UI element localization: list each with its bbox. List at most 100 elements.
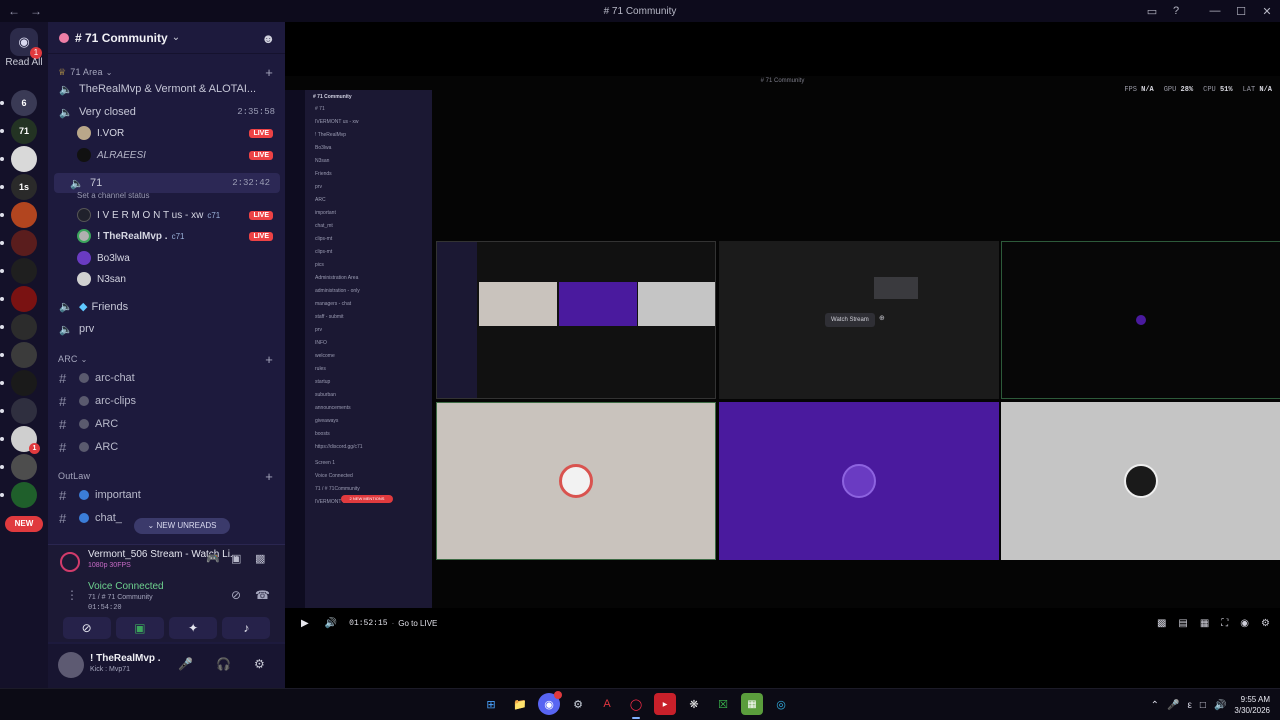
create-channel-icon[interactable]: + (265, 469, 273, 484)
microphone-icon[interactable]: 🎤 (1167, 700, 1179, 711)
server-header[interactable]: # 71 Community ⌄ ☻ (48, 22, 285, 54)
video-app-icon[interactable]: ▶ (654, 693, 676, 715)
popout-icon[interactable]: ▩ (1157, 618, 1166, 629)
chevron-up-icon[interactable]: ⌃ (1151, 700, 1159, 711)
stream-tile-watch[interactable]: Watch Stream ⊕ (719, 241, 999, 399)
voice-user[interactable]: I.VOR LIVE (48, 123, 285, 143)
settings-gear-icon[interactable]: ⚙ (254, 657, 265, 671)
stream-video[interactable]: # 71 Community FPS N/A GPU 28% CPU 51% L… (285, 76, 1280, 608)
back-arrow-icon[interactable]: ← (8, 4, 20, 18)
start-button-icon[interactable]: ⊞ (480, 693, 502, 715)
watch-stream-button[interactable]: Watch Stream (825, 313, 875, 327)
chatgpt-icon[interactable]: ❋ (683, 693, 705, 715)
server-icon[interactable] (0, 286, 37, 312)
activities-icon[interactable]: ✦ (169, 617, 218, 639)
minimize-button[interactable]: — (1202, 5, 1228, 17)
server-icon[interactable] (0, 398, 37, 424)
voice-location[interactable]: 71 / # 71 Community (88, 594, 153, 601)
voice-user[interactable]: I V E R M O N T us - xw c71 LIVE (48, 205, 285, 225)
voice-user[interactable]: ALRAEESI LIVE (48, 145, 285, 165)
file-explorer-icon[interactable]: 📁 (509, 693, 531, 715)
voice-channel-prv[interactable]: 🔈 prv (48, 319, 285, 339)
server-icon[interactable] (0, 258, 37, 284)
app-a-icon[interactable]: A (596, 693, 618, 715)
popout-icon[interactable]: ▩ (255, 552, 265, 565)
user-avatar[interactable] (58, 652, 84, 678)
voice-user[interactable]: ! TheRealMvp . c71 LIVE (48, 226, 285, 246)
participant-tile[interactable] (436, 402, 716, 560)
grid-icon[interactable]: ▦ (1200, 618, 1209, 629)
discord-icon[interactable]: ◉ (538, 691, 562, 715)
volume-icon[interactable]: 🔊 (325, 618, 337, 629)
screen-share-icon[interactable]: ▣ (115, 617, 164, 639)
server-icon[interactable]: 1 (0, 426, 40, 454)
speaker-icon[interactable]: 🔊 (1214, 700, 1226, 711)
user-name[interactable]: ! TheRealMvp . (90, 653, 161, 664)
maximize-button[interactable]: ☐ (1228, 5, 1254, 18)
channel-status[interactable]: Set a channel status (48, 188, 285, 202)
category-arc[interactable]: ARC ⌄ + (48, 349, 285, 369)
voice-channel-friends[interactable]: 🔈 ◆ Friends (48, 296, 285, 316)
gamepad-icon[interactable]: 🎮 (206, 552, 220, 565)
text-channel[interactable]: # ARC (48, 414, 285, 434)
play-icon[interactable]: ▶ (301, 618, 309, 629)
participant-tile[interactable] (1001, 402, 1280, 560)
server-icon[interactable] (0, 482, 37, 508)
server-icon[interactable] (0, 314, 37, 340)
noise-suppression-icon[interactable]: ⊘ (231, 588, 241, 602)
server-icon[interactable]: 1s (0, 174, 37, 200)
stop-stream-icon[interactable]: ▣ (231, 552, 241, 565)
camera-off-icon[interactable]: ⊘ (62, 617, 111, 639)
clock[interactable]: 9:55 AM 3/30/2026 (1234, 694, 1270, 716)
voice-channel-very-closed[interactable]: 🔈 Very closed 2:35:58 (48, 102, 285, 122)
stream-panel[interactable]: Vermont_506 Stream - Watch Li... 1080p 3… (48, 544, 285, 576)
discord-home-button[interactable]: ◉ 1 (10, 28, 42, 59)
voice-user[interactable]: N3san (48, 269, 285, 289)
help-icon[interactable]: ? (1164, 5, 1188, 17)
participant-tile[interactable] (719, 402, 999, 560)
invite-people-icon[interactable]: ☻ (261, 31, 275, 46)
stream-tile-empty[interactable] (1001, 241, 1280, 399)
minecraft-icon[interactable]: ▦ (741, 693, 763, 715)
fullscreen-icon[interactable]: ⛶ (1221, 618, 1228, 629)
text-channel[interactable]: # arc-chat (48, 368, 285, 388)
xbox-icon[interactable]: ☒ (712, 693, 734, 715)
inbox-icon[interactable]: ▭ (1140, 5, 1164, 18)
edge-icon[interactable]: ◎ (770, 693, 792, 715)
category-outlaw[interactable]: OutLaw + (48, 466, 285, 486)
server-icon[interactable] (0, 454, 37, 480)
disconnect-icon[interactable]: ☎ (255, 588, 270, 602)
signal-icon[interactable]: ⋮ (66, 588, 78, 602)
server-icon[interactable] (0, 342, 37, 368)
server-icon[interactable] (0, 146, 37, 172)
server-icon[interactable] (0, 202, 37, 228)
server-icon[interactable]: 6 (0, 90, 37, 116)
go-to-live-button[interactable]: Go to LIVE (398, 619, 437, 628)
server-icon[interactable] (0, 370, 37, 396)
new-unreads-button[interactable]: ⌄ NEW UNREADS (134, 518, 230, 534)
create-channel-icon[interactable]: + (265, 65, 273, 80)
microphone-icon[interactable]: 🎤 (178, 657, 193, 671)
server-icon[interactable] (0, 230, 37, 256)
theatre-icon[interactable]: ▤ (1178, 618, 1187, 629)
create-channel-icon[interactable]: + (265, 352, 273, 367)
voice-user[interactable]: Bo3lwa (48, 248, 285, 268)
text-channel[interactable]: # important (48, 485, 285, 505)
soundboard-icon[interactable]: ♪ (222, 617, 271, 639)
forward-arrow-icon[interactable]: → (30, 4, 42, 18)
settings-gear-icon[interactable]: ⚙ (1261, 618, 1270, 629)
voice-connected-status[interactable]: Voice Connected (88, 581, 164, 592)
steam-icon[interactable]: ⚙ (567, 693, 589, 715)
stream-tile-screen[interactable] (436, 241, 716, 399)
server-icon[interactable]: 71 (0, 118, 37, 144)
voice-channel-therealmvp[interactable]: 🔈 TheRealMvp & Vermont & ALOTAI... (48, 79, 285, 99)
headphones-icon[interactable]: 🎧 (216, 657, 231, 671)
close-button[interactable]: ✕ (1254, 5, 1280, 18)
read-all-button[interactable]: Read All (0, 57, 48, 68)
network-icon[interactable]: □ (1200, 700, 1206, 711)
text-channel[interactable]: # arc-clips (48, 391, 285, 411)
record-icon[interactable]: ◉ (1240, 618, 1249, 629)
opera-icon[interactable]: ◯ (625, 693, 647, 719)
new-unreads-pill[interactable]: NEW (5, 516, 43, 532)
zoom-icon[interactable]: ⊕ (879, 314, 885, 322)
